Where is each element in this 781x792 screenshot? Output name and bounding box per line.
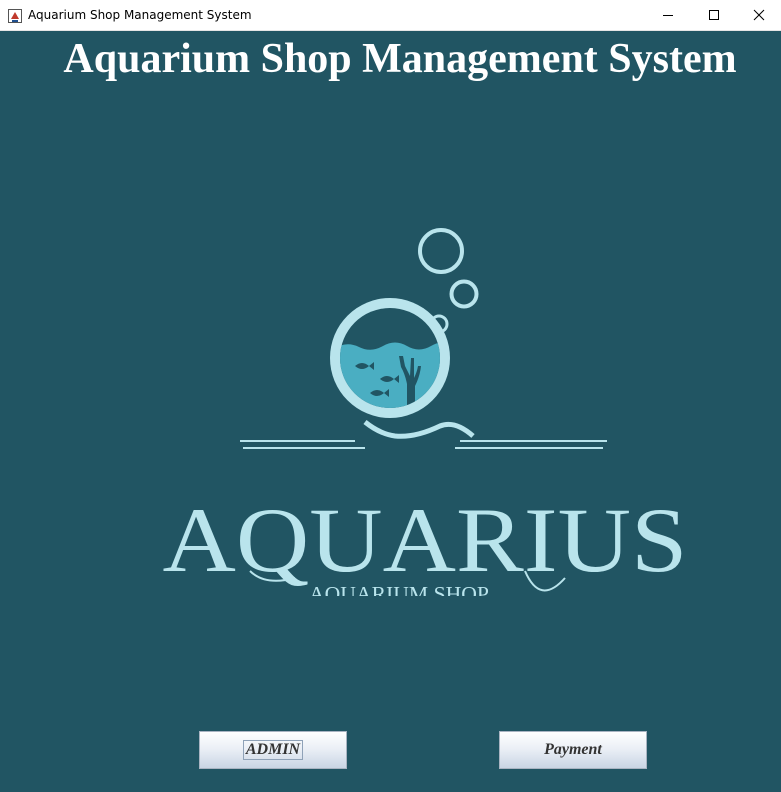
- close-button[interactable]: [736, 0, 781, 30]
- admin-button[interactable]: ADMIN: [199, 731, 347, 769]
- fish-bowl-logo-icon: [240, 228, 607, 449]
- minimize-icon: [663, 15, 673, 16]
- java-app-icon: [8, 8, 22, 23]
- logo-tagline: AQUARIUM SHOP: [309, 582, 489, 596]
- admin-button-label: ADMIN: [242, 740, 304, 760]
- payment-button[interactable]: Payment: [499, 731, 647, 769]
- close-icon: [753, 9, 765, 21]
- maximize-button[interactable]: [691, 0, 737, 30]
- window-titlebar: Aquarium Shop Management System: [0, 0, 781, 31]
- aquarius-logo: AQUARIUS AQUARIUM SHOP: [163, 228, 688, 596]
- logo-name: AQUARIUS: [163, 489, 688, 591]
- maximize-icon: [709, 10, 719, 20]
- window-title: Aquarium Shop Management System: [28, 8, 252, 22]
- payment-button-label: Payment: [544, 741, 602, 758]
- page-title: Aquarium Shop Management System: [63, 36, 737, 82]
- main-panel: Aquarium Shop Management System AQUARIUS…: [0, 31, 781, 792]
- minimize-button[interactable]: [645, 0, 691, 30]
